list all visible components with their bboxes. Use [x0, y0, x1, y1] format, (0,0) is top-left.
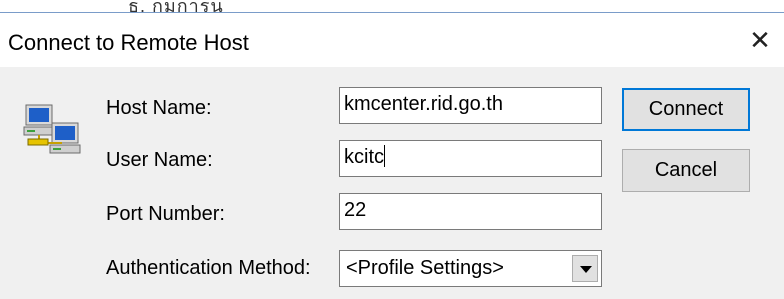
host-name-label: Host Name:: [106, 97, 212, 119]
auth-method-select[interactable]: <Profile Settings>: [339, 250, 602, 287]
port-number-label: Port Number:: [106, 203, 225, 225]
user-name-field[interactable]: kcitc: [339, 140, 602, 177]
user-name-label: User Name:: [106, 149, 213, 171]
close-icon[interactable]: ✕: [742, 23, 778, 59]
auth-method-value: <Profile Settings>: [346, 257, 504, 279]
background-window-strip: ธ. กมการุน: [0, 0, 784, 12]
background-text: ธ. กมการุน: [128, 0, 224, 12]
title-bar[interactable]: Connect to Remote Host ✕: [0, 13, 784, 67]
port-number-field[interactable]: 22: [339, 193, 602, 230]
connect-dialog: Connect to Remote Host ✕ Host Name: kmce…: [0, 12, 784, 299]
user-name-value: kcitc: [344, 146, 384, 168]
connect-button[interactable]: Connect: [622, 88, 750, 131]
cancel-button[interactable]: Cancel: [622, 149, 750, 192]
auth-method-label: Authentication Method:: [106, 257, 311, 279]
host-name-field[interactable]: kmcenter.rid.go.th: [339, 87, 602, 124]
networked-computers-icon: [23, 104, 81, 154]
text-caret: [384, 145, 385, 167]
dialog-title: Connect to Remote Host: [8, 30, 249, 55]
chevron-down-icon[interactable]: [572, 255, 598, 282]
